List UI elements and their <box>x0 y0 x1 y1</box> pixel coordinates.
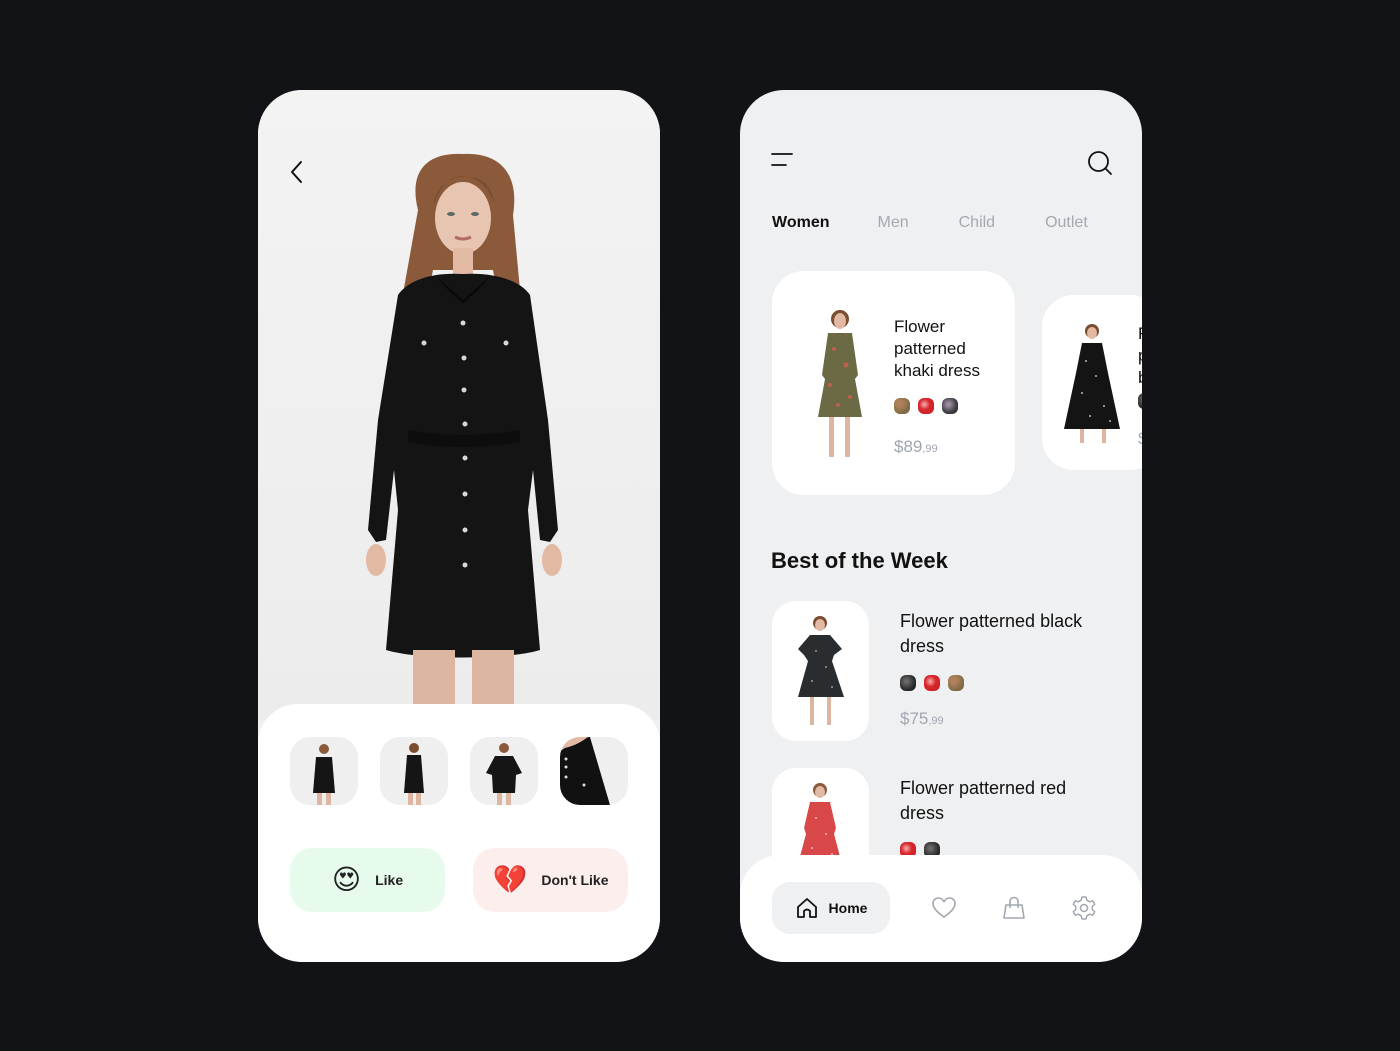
featured-product-card[interactable]: Flower patterned khaki dress $89,99 <box>772 271 1015 495</box>
list-item[interactable]: Flower patterned black dress $75,99 <box>772 601 1112 741</box>
nav-home[interactable]: Home <box>772 882 890 934</box>
tab-men[interactable]: Men <box>877 214 908 232</box>
product-price: $89,99 <box>894 437 938 457</box>
price-cents: ,99 <box>922 443 938 455</box>
back-button[interactable] <box>286 158 310 186</box>
color-swatches <box>894 398 958 414</box>
nav-settings[interactable] <box>1071 895 1097 921</box>
tab-outlet[interactable]: Outlet <box>1045 214 1088 232</box>
thumbnail-back[interactable] <box>380 737 448 805</box>
price-main: $89 <box>894 437 923 456</box>
shop-home-screen: Women Men Child Outlet Flower patterned … <box>740 90 1142 962</box>
product-title: Flower patterned black dress <box>1138 323 1142 389</box>
price-main: $ <box>1138 429 1142 448</box>
swatch-black[interactable] <box>1138 393 1142 409</box>
product-image <box>1064 324 1120 443</box>
heart-eyes-emoji-icon: 😍 <box>331 863 362 896</box>
category-tabs: Women Men Child Outlet <box>772 214 1136 232</box>
model-illustration <box>366 153 562 720</box>
dont-like-label: Don't Like <box>541 872 609 888</box>
product-actions-sheet: 😍 Like 💔 Don't Like <box>258 704 660 962</box>
thumbnail-image <box>313 744 335 805</box>
shopping-bag-icon <box>1003 896 1025 919</box>
product-title: Flower patterned black dress <box>900 611 1083 656</box>
thumbnail-image <box>404 743 424 805</box>
tab-women[interactable]: Women <box>772 214 829 232</box>
nav-shopping-bag[interactable] <box>1001 895 1027 921</box>
hamburger-menu-icon <box>771 153 793 166</box>
swatch-khaki[interactable] <box>948 675 964 691</box>
product-image <box>818 310 862 457</box>
swatch-dark[interactable] <box>942 398 958 414</box>
product-title: Flower patterned khaki dress <box>894 317 980 380</box>
dont-like-button[interactable]: 💔 Don't Like <box>473 848 628 912</box>
swatch-black[interactable] <box>900 675 916 691</box>
product-image <box>798 616 844 725</box>
thumbnail-image <box>560 737 610 805</box>
reaction-buttons: 😍 Like 💔 Don't Like <box>290 848 628 912</box>
product-title: Flower patterned red dress <box>900 778 1067 823</box>
chevron-left-icon <box>291 161 302 183</box>
product-thumbnail <box>772 601 869 741</box>
home-icon <box>796 898 817 918</box>
featured-product-card[interactable]: Flower patterned black dress $ <box>1042 295 1142 470</box>
search-button[interactable] <box>1087 150 1113 176</box>
product-price: $75,99 <box>900 709 944 729</box>
gear-icon <box>1072 896 1096 920</box>
menu-button[interactable] <box>771 152 793 168</box>
color-swatches <box>900 675 964 691</box>
thumbnail-detail[interactable] <box>560 737 628 805</box>
thumbnail-image <box>486 743 522 805</box>
bottom-navigation: Home <box>740 855 1142 962</box>
broken-heart-emoji-icon: 💔 <box>492 863 528 896</box>
like-label: Like <box>375 872 404 888</box>
thumbnail-gallery <box>290 737 628 805</box>
nav-home-label: Home <box>828 900 868 916</box>
search-icon <box>1088 151 1112 175</box>
product-detail-screen: 😍 Like 💔 Don't Like <box>258 90 660 962</box>
nav-favorites[interactable] <box>931 895 957 921</box>
like-button[interactable]: 😍 Like <box>290 848 445 912</box>
swatch-khaki[interactable] <box>894 398 910 414</box>
swatch-red[interactable] <box>918 398 934 414</box>
heart-icon <box>932 897 956 918</box>
color-swatches <box>1138 393 1142 409</box>
product-hero-image <box>258 90 660 720</box>
tab-child[interactable]: Child <box>959 214 995 232</box>
thumbnail-front[interactable] <box>290 737 358 805</box>
section-title: Best of the Week <box>771 548 948 573</box>
thumbnail-pose[interactable] <box>470 737 538 805</box>
product-price: $ <box>1138 429 1142 449</box>
swatch-red[interactable] <box>924 675 940 691</box>
price-main: $75 <box>900 709 929 728</box>
price-cents: ,99 <box>928 715 944 727</box>
